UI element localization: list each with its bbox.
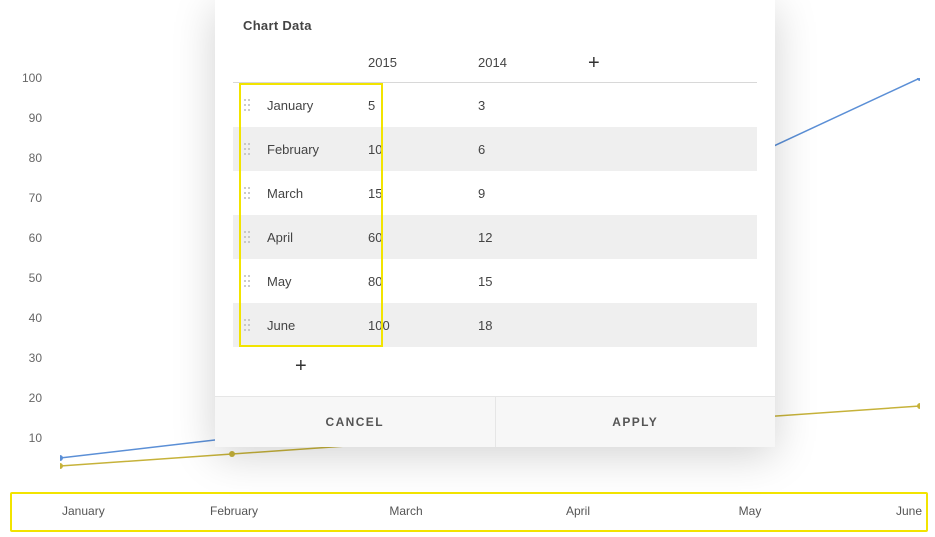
data-grid: 2015 2014 + January53February106March159…: [215, 43, 775, 396]
table-row: February106: [233, 127, 757, 171]
table-row: May8015: [233, 259, 757, 303]
cell-value[interactable]: 10: [368, 142, 478, 157]
table-row: January53: [233, 83, 757, 127]
grid-header-row: 2015 2014 +: [233, 43, 757, 83]
cell-value[interactable]: 6: [478, 142, 588, 157]
y-tick-label: 80: [29, 151, 42, 165]
y-tick-label: 100: [22, 71, 42, 85]
y-axis: 102030405060708090100: [0, 78, 60, 478]
series-header-0[interactable]: 2015: [368, 55, 478, 70]
drag-handle-icon[interactable]: [233, 230, 263, 244]
series-point: [60, 455, 63, 461]
x-tick-label: April: [566, 504, 590, 518]
row-label[interactable]: February: [263, 142, 368, 157]
cell-value[interactable]: 15: [368, 186, 478, 201]
drag-handle-icon[interactable]: [233, 98, 263, 112]
row-label[interactable]: May: [263, 274, 368, 289]
cell-value[interactable]: 100: [368, 318, 478, 333]
drag-handle-icon[interactable]: [233, 142, 263, 156]
series-header-1[interactable]: 2014: [478, 55, 588, 70]
x-tick-label: March: [389, 504, 422, 518]
drag-handle-icon[interactable]: [233, 274, 263, 288]
cell-value[interactable]: 9: [478, 186, 588, 201]
series-point: [917, 403, 920, 409]
cell-value[interactable]: 18: [478, 318, 588, 333]
row-label[interactable]: March: [263, 186, 368, 201]
cell-value[interactable]: 3: [478, 98, 588, 113]
y-tick-label: 60: [29, 231, 42, 245]
row-label[interactable]: April: [263, 230, 368, 245]
plus-icon: +: [295, 355, 307, 377]
y-tick-label: 50: [29, 271, 42, 285]
add-row-button[interactable]: +: [233, 347, 757, 378]
y-tick-label: 40: [29, 311, 42, 325]
dialog-header: Chart Data: [215, 0, 775, 43]
cell-value[interactable]: 60: [368, 230, 478, 245]
y-tick-label: 70: [29, 191, 42, 205]
drag-handle-icon[interactable]: [233, 186, 263, 200]
app-canvas: 10 20 30 40 50 60 70 80 90 100 January February Mar…: [0, 0, 935, 537]
series-point: [229, 451, 235, 457]
series-point: [917, 78, 920, 81]
y-tick-label: 20: [29, 391, 42, 405]
dialog-title: Chart Data: [243, 18, 747, 33]
plus-icon: +: [588, 53, 600, 73]
table-row: March159: [233, 171, 757, 215]
cancel-button[interactable]: CANCEL: [215, 397, 495, 447]
dialog-actions: CANCEL APPLY: [215, 396, 775, 447]
y-tick-label: 90: [29, 111, 42, 125]
x-axis-highlight: January February March April May June: [10, 492, 928, 532]
series-point: [60, 463, 63, 469]
x-tick-label: June: [896, 504, 922, 518]
cell-value[interactable]: 12: [478, 230, 588, 245]
apply-button[interactable]: APPLY: [495, 397, 776, 447]
row-label[interactable]: June: [263, 318, 368, 333]
y-tick-label: 30: [29, 351, 42, 365]
row-label[interactable]: January: [263, 98, 368, 113]
table-row: June10018: [233, 303, 757, 347]
y-tick-label: 10: [29, 431, 42, 445]
x-tick-label: May: [739, 504, 762, 518]
x-tick-label: January: [62, 504, 105, 518]
table-row: April6012: [233, 215, 757, 259]
cell-value[interactable]: 5: [368, 98, 478, 113]
chart-data-dialog: Chart Data 2015 2014 + January53February…: [215, 0, 775, 447]
x-tick-label: February: [210, 504, 258, 518]
cell-value[interactable]: 80: [368, 274, 478, 289]
cell-value[interactable]: 15: [478, 274, 588, 289]
drag-handle-icon[interactable]: [233, 318, 263, 332]
add-series-button[interactable]: +: [588, 53, 648, 73]
